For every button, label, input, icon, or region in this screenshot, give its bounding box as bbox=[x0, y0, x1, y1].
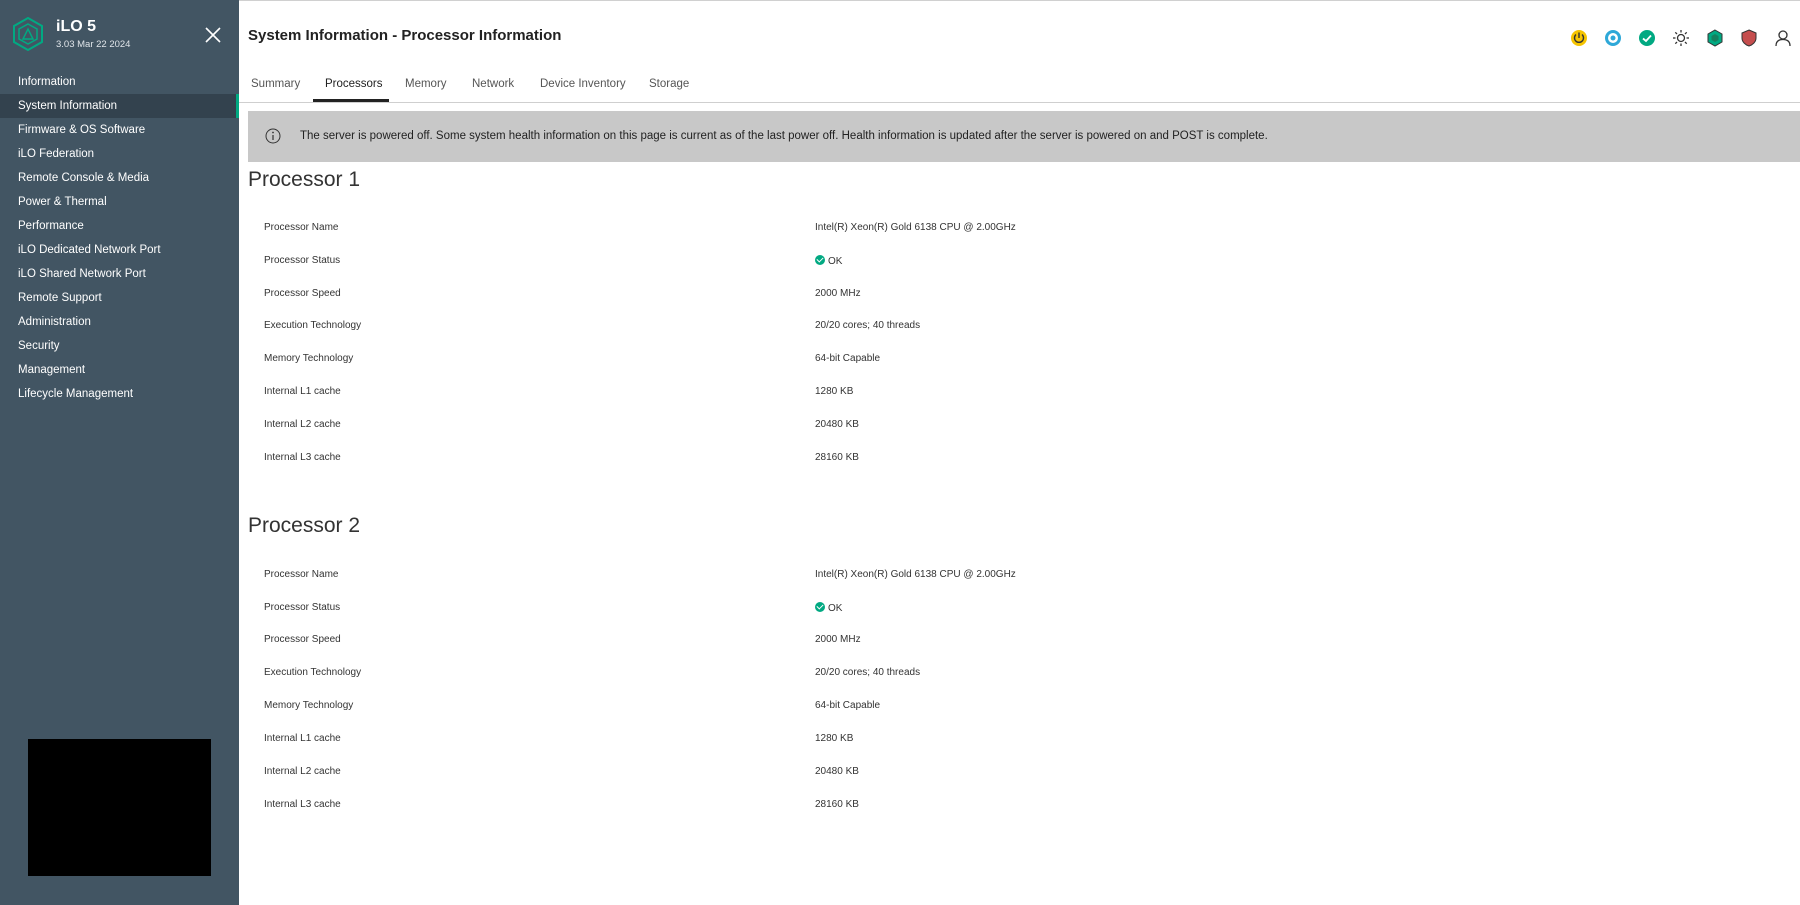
value-l1-cache: 1280 KB bbox=[815, 733, 854, 744]
sidebar-item-performance[interactable]: Performance bbox=[0, 214, 239, 238]
label-processor-speed: Processor Speed bbox=[264, 634, 341, 645]
label-l2-cache: Internal L2 cache bbox=[264, 419, 341, 430]
active-tab-indicator bbox=[313, 99, 389, 102]
sidebar-item-power-thermal[interactable]: Power & Thermal bbox=[0, 190, 239, 214]
value-memory-technology: 64-bit Capable bbox=[815, 353, 881, 364]
label-l1-cache: Internal L1 cache bbox=[264, 733, 341, 744]
ilo-logo-icon bbox=[12, 16, 44, 56]
app-name: iLO 5 bbox=[56, 18, 97, 35]
label-processor-status: Processor Status bbox=[264, 255, 341, 266]
close-icon[interactable] bbox=[204, 26, 222, 44]
info-icon bbox=[265, 128, 281, 149]
sidebar-item-remote-console-media[interactable]: Remote Console & Media bbox=[0, 166, 239, 190]
power-icon[interactable] bbox=[1562, 27, 1596, 49]
label-processor-name: Processor Name bbox=[264, 222, 339, 233]
value-execution-technology: 20/20 cores; 40 threads bbox=[815, 667, 921, 678]
hexagon-icon[interactable] bbox=[1698, 27, 1732, 49]
value-memory-technology: 64-bit Capable bbox=[815, 700, 881, 711]
shield-icon[interactable] bbox=[1732, 27, 1766, 49]
value-processor-speed: 2000 MHz bbox=[815, 634, 861, 645]
app-version: 3.03 Mar 22 2024 bbox=[56, 39, 131, 50]
sidebar-item-information[interactable]: Information bbox=[0, 70, 239, 94]
sidebar-item-management[interactable]: Management bbox=[0, 358, 239, 382]
label-execution-technology: Execution Technology bbox=[264, 667, 362, 678]
label-l3-cache: Internal L3 cache bbox=[264, 799, 341, 810]
label-processor-status: Processor Status bbox=[264, 602, 341, 613]
tab-network[interactable]: Network bbox=[472, 78, 514, 90]
sidebar-item-system-information[interactable]: System Information bbox=[0, 94, 239, 118]
label-l1-cache: Internal L1 cache bbox=[264, 386, 341, 397]
value-l2-cache: 20480 KB bbox=[815, 419, 859, 430]
sun-icon[interactable] bbox=[1664, 27, 1698, 49]
value-l3-cache: 28160 KB bbox=[815, 799, 859, 810]
section-title-processor-2: Processor 2 bbox=[248, 514, 361, 537]
tab-bar: Summary Processors Memory Network Device… bbox=[239, 70, 1800, 103]
status-ok-icon bbox=[815, 602, 825, 612]
sidebar-item-security[interactable]: Security bbox=[0, 334, 239, 358]
sidebar-nav: Information System Information Firmware … bbox=[0, 70, 239, 406]
sidebar-item-ilo-federation[interactable]: iLO Federation bbox=[0, 142, 239, 166]
value-processor-status: OK bbox=[828, 603, 843, 614]
label-l3-cache: Internal L3 cache bbox=[264, 452, 341, 463]
sidebar-item-dedicated-network-port[interactable]: iLO Dedicated Network Port bbox=[0, 238, 239, 262]
value-l3-cache: 28160 KB bbox=[815, 452, 859, 463]
uid-icon[interactable] bbox=[1596, 27, 1630, 49]
sidebar: iLO 5 3.03 Mar 22 2024 Information Syste… bbox=[0, 0, 239, 905]
value-processor-speed: 2000 MHz bbox=[815, 288, 861, 299]
tab-device-inventory[interactable]: Device Inventory bbox=[540, 78, 626, 90]
value-processor-status: OK bbox=[828, 256, 843, 267]
tab-summary[interactable]: Summary bbox=[251, 78, 300, 90]
sidebar-item-lifecycle-management[interactable]: Lifecycle Management bbox=[0, 382, 239, 406]
sidebar-item-shared-network-port[interactable]: iLO Shared Network Port bbox=[0, 262, 239, 286]
health-ok-icon[interactable] bbox=[1630, 27, 1664, 49]
status-badge: OK bbox=[815, 602, 842, 614]
label-memory-technology: Memory Technology bbox=[264, 700, 354, 711]
banner-message: The server is powered off. Some system h… bbox=[300, 130, 1268, 142]
status-badge: OK bbox=[815, 255, 842, 267]
sidebar-item-remote-support[interactable]: Remote Support bbox=[0, 286, 239, 310]
value-execution-technology: 20/20 cores; 40 threads bbox=[815, 320, 921, 331]
sidebar-item-firmware-os-software[interactable]: Firmware & OS Software bbox=[0, 118, 239, 142]
header: System Information - Processor Informati… bbox=[239, 0, 1800, 71]
power-off-banner: The server is powered off. Some system h… bbox=[248, 111, 1800, 162]
value-processor-name: Intel(R) Xeon(R) Gold 6138 CPU @ 2.00GHz bbox=[815, 569, 1016, 580]
value-l1-cache: 1280 KB bbox=[815, 386, 854, 397]
sidebar-item-administration[interactable]: Administration bbox=[0, 310, 239, 334]
page-title: System Information - Processor Informati… bbox=[248, 27, 562, 44]
tab-memory[interactable]: Memory bbox=[405, 78, 447, 90]
section-title-processor-1: Processor 1 bbox=[248, 168, 361, 191]
tab-processors[interactable]: Processors bbox=[325, 78, 383, 90]
tab-storage[interactable]: Storage bbox=[649, 78, 689, 90]
value-processor-name: Intel(R) Xeon(R) Gold 6138 CPU @ 2.00GHz bbox=[815, 222, 1016, 233]
label-processor-name: Processor Name bbox=[264, 569, 339, 580]
header-icons bbox=[1562, 27, 1800, 49]
label-execution-technology: Execution Technology bbox=[264, 320, 362, 331]
user-icon[interactable] bbox=[1766, 27, 1800, 49]
label-l2-cache: Internal L2 cache bbox=[264, 766, 341, 777]
redacted-preview bbox=[28, 739, 211, 876]
label-processor-speed: Processor Speed bbox=[264, 288, 341, 299]
value-l2-cache: 20480 KB bbox=[815, 766, 859, 777]
label-memory-technology: Memory Technology bbox=[264, 353, 354, 364]
status-ok-icon bbox=[815, 255, 825, 265]
